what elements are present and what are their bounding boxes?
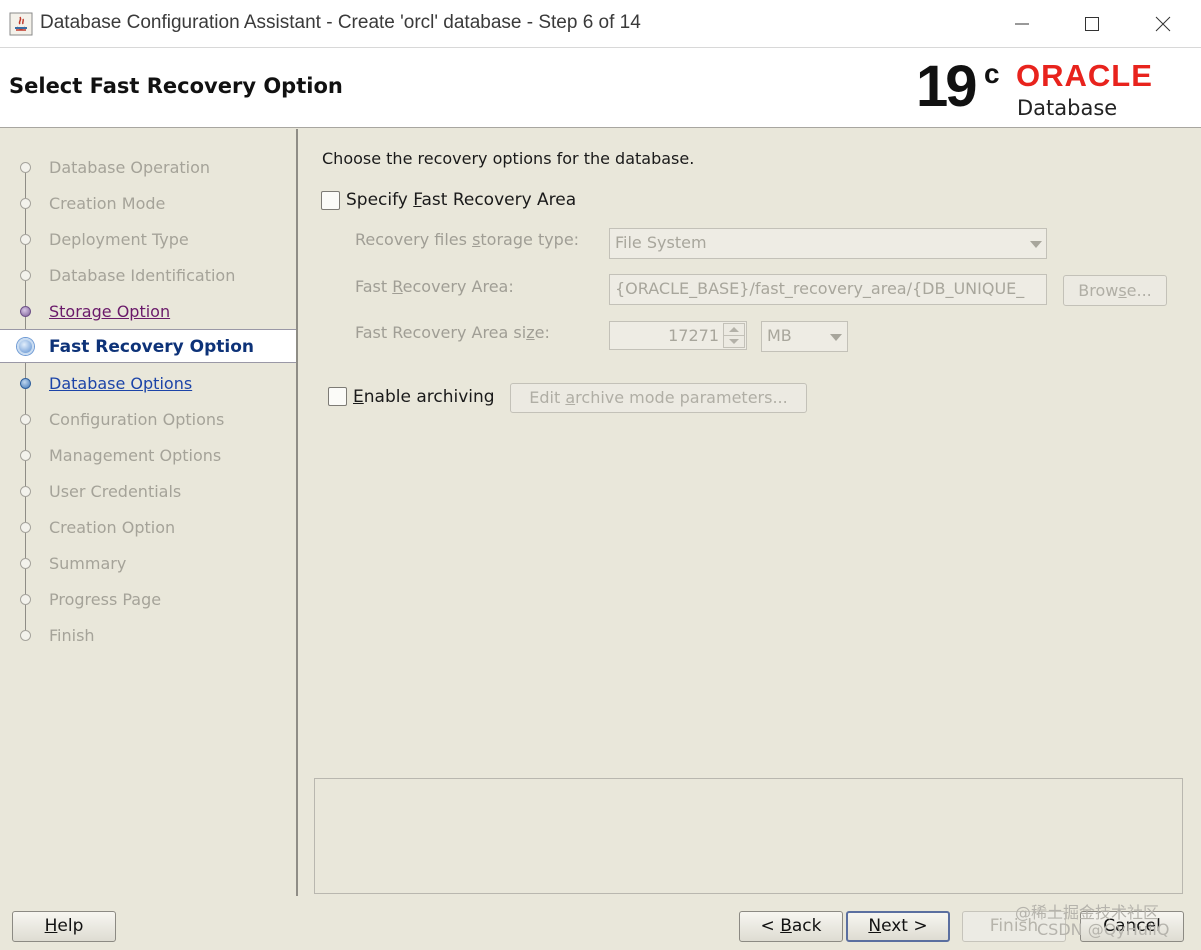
main-content: Choose the recovery options for the data… <box>300 129 1201 896</box>
window-title: Database Configuration Assistant - Creat… <box>40 12 641 33</box>
step-label: Finish <box>49 626 95 645</box>
storage-type-value: File System <box>615 233 707 252</box>
fra-location-label: Fast Recovery Area: <box>355 277 514 296</box>
maximize-icon <box>1085 17 1099 31</box>
step-dot <box>20 378 31 389</box>
chevron-down-icon <box>1030 241 1042 248</box>
step-summary: Summary <box>0 546 296 580</box>
step-creation-mode: Creation Mode <box>0 186 296 220</box>
step-label: Creation Mode <box>49 194 166 213</box>
step-label: Configuration Options <box>49 410 225 429</box>
minimize-icon <box>1015 23 1029 25</box>
logo-brand: ORACLE <box>1016 58 1153 93</box>
specify-fra-label[interactable]: Specify Fast Recovery Area <box>346 190 576 210</box>
fra-size-unit: MB <box>767 326 792 345</box>
step-creation-option: Creation Option <box>0 510 296 544</box>
step-finish: Finish <box>0 618 296 652</box>
step-label: Database Operation <box>49 158 211 177</box>
step-dot <box>20 486 31 497</box>
fra-size-spinner[interactable]: 17271 <box>609 321 747 350</box>
close-icon <box>1155 16 1171 32</box>
fra-location-input[interactable]: {ORACLE_BASE}/fast_recovery_area/{DB_UNI… <box>609 274 1047 305</box>
watermark-line-1: @稀土掘金技术社区 <box>1015 903 1160 922</box>
steps-sidebar: Database Operation Creation Mode Deploym… <box>0 129 298 896</box>
logo-version-suffix: c <box>984 58 1000 89</box>
watermark-line-2: CSDN @QyHuiiQ <box>1037 920 1170 939</box>
java-app-icon <box>9 12 33 36</box>
step-dot <box>20 450 31 461</box>
step-database-identification: Database Identification <box>0 258 296 292</box>
step-dot <box>20 558 31 569</box>
oracle-logo: 19 c ORACLE Database <box>916 56 1186 124</box>
step-dot <box>20 198 31 209</box>
enable-archiving-label[interactable]: Enable archiving <box>353 387 495 407</box>
step-label: Database Identification <box>49 266 236 285</box>
step-label[interactable]: Storage Option <box>49 302 170 321</box>
step-dot <box>20 414 31 425</box>
back-button[interactable]: < Back <box>739 911 843 942</box>
step-storage-option[interactable]: Storage Option <box>0 294 296 328</box>
logo-product: Database <box>1017 96 1118 120</box>
page-title: Select Fast Recovery Option <box>9 74 343 98</box>
maximize-button[interactable] <box>1069 6 1115 42</box>
step-label: Fast Recovery Option <box>49 337 254 357</box>
step-dot <box>20 522 31 533</box>
step-label: Deployment Type <box>49 230 189 249</box>
fra-size-label: Fast Recovery Area size: <box>355 323 550 342</box>
step-dot <box>20 162 31 173</box>
step-label: Management Options <box>49 446 222 465</box>
step-database-options[interactable]: Database Options <box>0 366 296 400</box>
step-fast-recovery-option: Fast Recovery Option <box>0 329 296 363</box>
storage-type-label: Recovery files storage type: <box>355 230 580 249</box>
close-window-button[interactable] <box>1140 6 1186 42</box>
step-deployment-type: Deployment Type <box>0 222 296 256</box>
step-dot <box>20 234 31 245</box>
minimize-button[interactable] <box>999 6 1045 42</box>
step-label: Progress Page <box>49 590 162 609</box>
step-database-operation: Database Operation <box>0 150 296 184</box>
chevron-down-icon <box>830 334 842 341</box>
spinner-arrows-icon <box>723 323 745 348</box>
help-button[interactable]: Help <box>12 911 116 942</box>
step-dot <box>20 306 31 317</box>
browse-button[interactable]: Browse... <box>1063 275 1167 306</box>
step-dot <box>20 270 31 281</box>
step-label: Summary <box>49 554 127 573</box>
step-label[interactable]: Database Options <box>49 374 192 393</box>
step-progress-page: Progress Page <box>0 582 296 616</box>
step-configuration-options: Configuration Options <box>0 402 296 436</box>
specify-fra-checkbox[interactable] <box>321 191 340 210</box>
step-user-credentials: User Credentials <box>0 474 296 508</box>
enable-archiving-checkbox[interactable] <box>328 387 347 406</box>
step-management-options: Management Options <box>0 438 296 472</box>
step-label: Creation Option <box>49 518 176 537</box>
next-button[interactable]: Next > <box>846 911 950 942</box>
step-dot <box>20 630 31 641</box>
watermark: @稀土掘金技术社区 CSDN @QyHuiiQ <box>1015 904 1169 938</box>
page-header: Select Fast Recovery Option 19 c ORACLE … <box>0 48 1201 128</box>
step-label: User Credentials <box>49 482 182 501</box>
fra-size-value: 17271 <box>668 326 719 345</box>
message-area <box>314 778 1183 894</box>
fra-size-unit-select[interactable]: MB <box>761 321 848 352</box>
window-title-bar: Database Configuration Assistant - Creat… <box>0 0 1201 48</box>
page-description: Choose the recovery options for the data… <box>322 149 695 168</box>
wizard-footer: Help < Back Next > Finish Cancel @稀土掘金技术… <box>0 896 1201 950</box>
step-dot <box>20 594 31 605</box>
storage-type-select[interactable]: File System <box>609 228 1047 259</box>
logo-version: 19 <box>916 54 977 119</box>
current-step-dot <box>17 338 34 355</box>
edit-archive-mode-parameters-button[interactable]: Edit archive mode parameters... <box>510 383 807 413</box>
